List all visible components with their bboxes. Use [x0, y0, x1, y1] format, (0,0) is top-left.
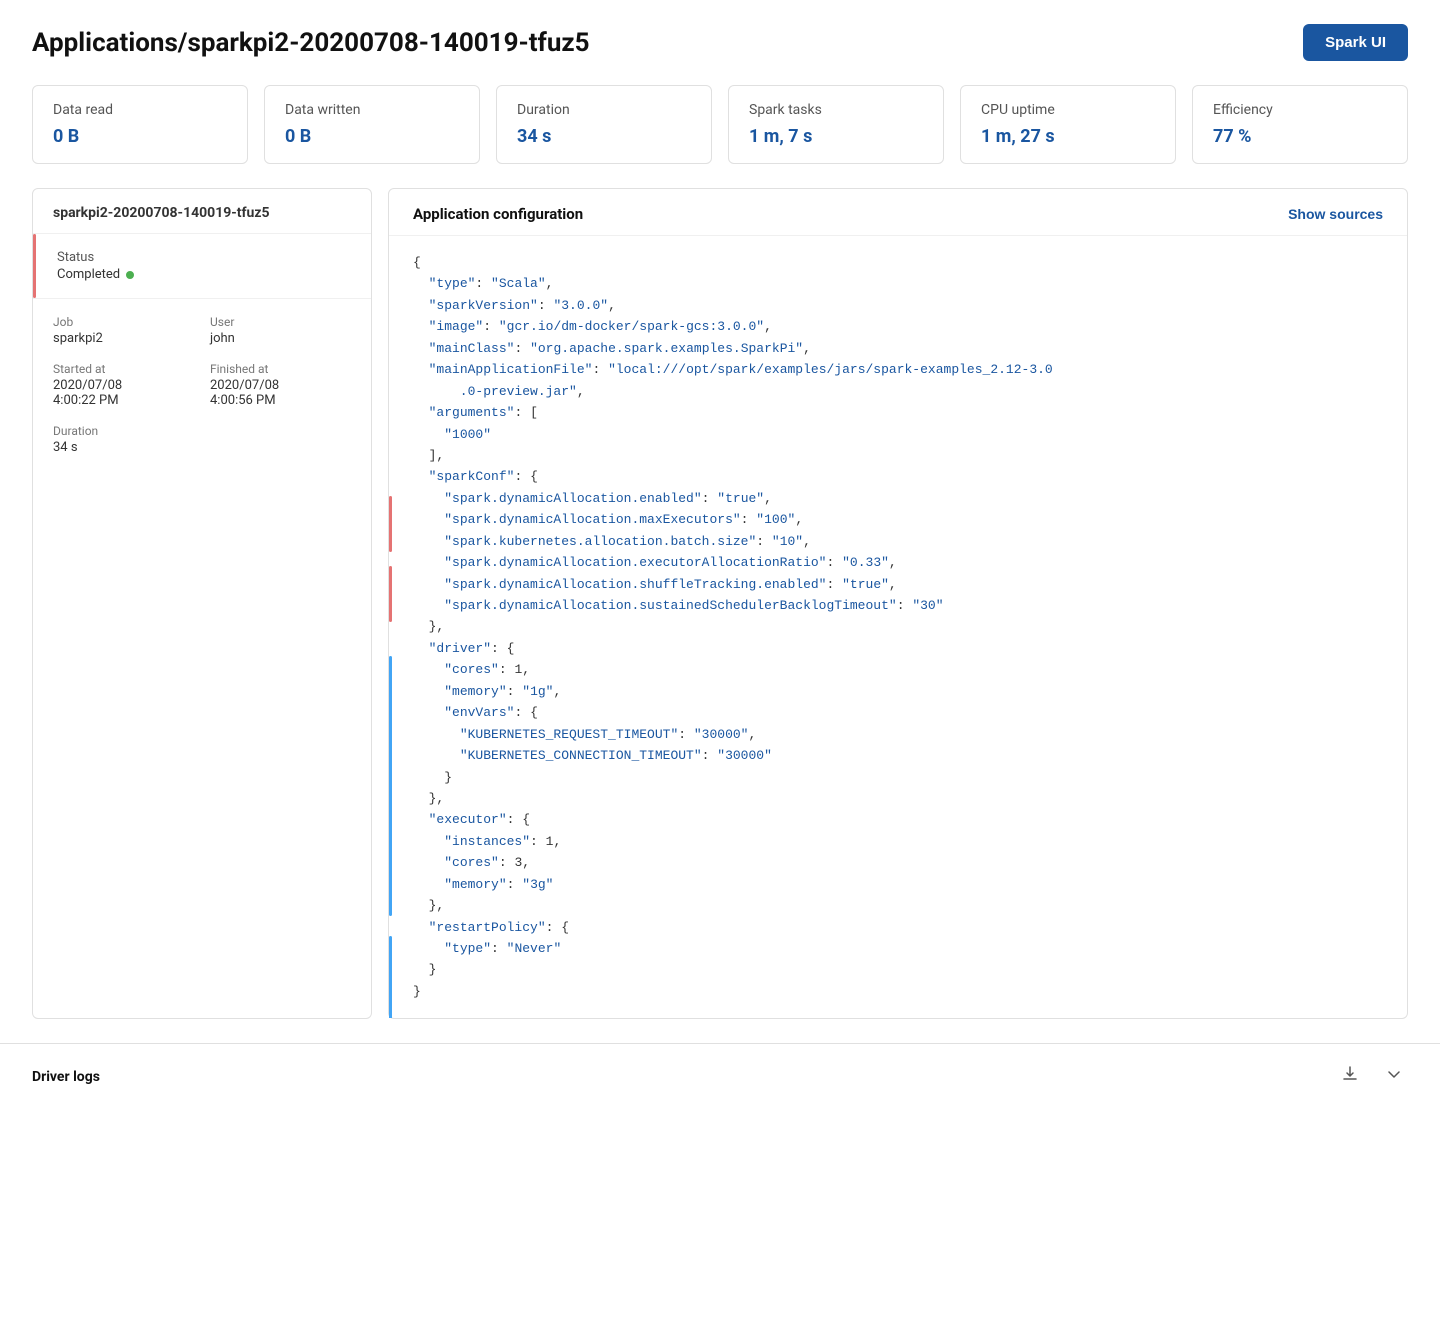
config-title: Application configuration [413, 205, 583, 223]
metric-data-read-value: 0 B [53, 126, 227, 147]
duration-info: Duration 34 s [53, 424, 351, 455]
driver-logs-bar: Driver logs [0, 1043, 1440, 1109]
left-panel-title: sparkpi2-20200708-140019-tfuz5 [33, 189, 371, 234]
job-value: sparkpi2 [53, 331, 194, 346]
user-value: john [210, 331, 351, 346]
metric-duration-label: Duration [517, 102, 691, 118]
info-sections: Job sparkpi2 User john Started at 2020/0… [33, 299, 371, 471]
page-title: Applications/sparkpi2-20200708-140019-tf… [32, 28, 590, 58]
metric-data-read-label: Data read [53, 102, 227, 118]
status-bar-indicator [33, 234, 36, 298]
dates-grid: Started at 2020/07/08 4:00:22 PM Finishe… [53, 362, 351, 408]
status-dot [126, 271, 134, 279]
job-info: Job sparkpi2 [53, 315, 194, 346]
right-panel: Application configuration Show sources {… [388, 188, 1408, 1019]
red-bar-1 [389, 496, 392, 552]
metric-efficiency-value: 77 % [1213, 126, 1387, 147]
metric-duration: Duration 34 s [496, 85, 712, 164]
spark-ui-button[interactable]: Spark UI [1303, 24, 1408, 61]
metric-spark-tasks-label: Spark tasks [749, 102, 923, 118]
config-header: Application configuration Show sources [389, 189, 1407, 236]
metric-data-written-value: 0 B [285, 126, 459, 147]
download-logs-button[interactable] [1336, 1060, 1364, 1093]
metric-cpu-uptime: CPU uptime 1 m, 27 s [960, 85, 1176, 164]
status-label: Status [57, 250, 351, 265]
job-label: Job [53, 315, 194, 329]
config-code: { "type": "Scala", "sparkVersion": "3.0.… [389, 236, 1407, 1018]
metric-spark-tasks: Spark tasks 1 m, 7 s [728, 85, 944, 164]
status-value: Completed [57, 267, 351, 282]
metric-efficiency: Efficiency 77 % [1192, 85, 1408, 164]
finished-info: Finished at 2020/07/08 4:00:56 PM [210, 362, 351, 408]
left-panel: sparkpi2-20200708-140019-tfuz5 Status Co… [32, 188, 372, 1019]
user-label: User [210, 315, 351, 329]
metric-cpu-uptime-value: 1 m, 27 s [981, 126, 1155, 147]
finished-label: Finished at [210, 362, 351, 376]
started-label: Started at [53, 362, 194, 376]
metric-data-written: Data written 0 B [264, 85, 480, 164]
red-bar-2 [389, 566, 392, 622]
started-time: 4:00:22 PM [53, 393, 194, 408]
metric-efficiency-label: Efficiency [1213, 102, 1387, 118]
user-info: User john [210, 315, 351, 346]
finished-date: 2020/07/08 [210, 378, 351, 393]
driver-logs-title: Driver logs [32, 1069, 100, 1085]
metric-data-read: Data read 0 B [32, 85, 248, 164]
expand-logs-button[interactable] [1380, 1060, 1408, 1093]
finished-time: 4:00:56 PM [210, 393, 351, 408]
status-section: Status Completed [33, 234, 371, 299]
metric-cpu-uptime-label: CPU uptime [981, 102, 1155, 118]
duration-value: 34 s [53, 440, 351, 455]
driver-logs-actions [1336, 1060, 1408, 1093]
metric-data-written-label: Data written [285, 102, 459, 118]
blue-bar-1 [389, 656, 392, 916]
duration-label: Duration [53, 424, 351, 438]
started-info: Started at 2020/07/08 4:00:22 PM [53, 362, 194, 408]
metrics-row: Data read 0 B Data written 0 B Duration … [0, 77, 1440, 180]
job-user-grid: Job sparkpi2 User john [53, 315, 351, 346]
show-sources-button[interactable]: Show sources [1288, 206, 1383, 222]
metric-duration-value: 34 s [517, 126, 691, 147]
metric-spark-tasks-value: 1 m, 7 s [749, 126, 923, 147]
started-date: 2020/07/08 [53, 378, 194, 393]
blue-bar-2 [389, 936, 392, 1018]
